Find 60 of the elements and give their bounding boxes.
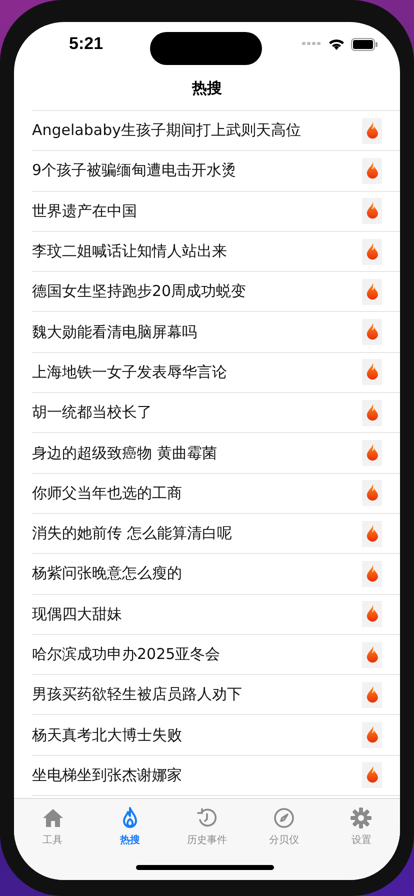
trending-item[interactable]: 9个孩子被骗缅甸遭电击开水烫 (32, 151, 400, 192)
item-title: 杨紫问张晚意怎么瘦的 (32, 564, 182, 584)
flame-icon (362, 400, 382, 426)
trending-item[interactable]: 世界遗产在中国 (32, 192, 400, 232)
trending-item[interactable]: 李玟二姐喊话让知情人站出来 (32, 232, 400, 272)
gear-icon (349, 806, 374, 830)
item-title: 坐电梯坐到张杰谢娜家 (32, 766, 182, 785)
tab[interactable]: 热搜 (91, 806, 168, 847)
item-title: 魏大勋能看清电脑屏幕吗 (32, 322, 197, 342)
flame-icon (362, 520, 382, 547)
trending-item[interactable]: 哈尔滨成功申办2025亚冬会 (32, 634, 400, 676)
trending-item[interactable]: 身边的超级致癌物 黄曲霉菌 (32, 433, 400, 474)
home-icon (40, 806, 65, 830)
signal-icon (302, 42, 322, 46)
item-title: 德国女生坚持跑步20周成功蜕变 (32, 282, 246, 302)
item-title: 身边的超级致癌物 黄曲霉菌 (32, 444, 217, 463)
flame-icon (362, 601, 382, 628)
item-title: 杨天真考北大博士失败 (32, 726, 182, 745)
item-title: 男孩买药欲轻生被店员路人劝下 (32, 685, 242, 704)
flame-icon (362, 722, 382, 748)
flame-icon (362, 762, 382, 788)
flame-icon (362, 642, 382, 668)
item-title: Angelababy生孩子期间打上武则天高位 (32, 121, 301, 140)
item-title: 现偶四大甜妹 (32, 604, 122, 624)
trending-item[interactable]: 上海地铁一女子发表辱华言论 (32, 352, 400, 394)
item-title: 哈尔滨成功申办2025亚冬会 (32, 645, 220, 664)
flame-icon (362, 319, 382, 346)
flame-icon (362, 560, 382, 587)
trending-item[interactable]: 消失的她前传 怎么能算清白呢 (32, 514, 400, 554)
trending-item[interactable]: 杨紫问张晚意怎么瘦的 (32, 554, 400, 595)
trending-item[interactable]: 你师父当年也选的工商 (32, 474, 400, 514)
page-title: 热搜 (192, 78, 222, 98)
flame-icon (362, 158, 382, 184)
trending-item[interactable]: 男孩买药欲轻生被店员路人劝下 (32, 675, 400, 716)
item-title: 世界遗产在中国 (32, 202, 137, 221)
status-time: 5:21 (69, 34, 104, 54)
item-title: 胡一统都当校长了 (32, 403, 152, 422)
item-title: 李玟二姐喊话让知情人站出来 (32, 242, 227, 262)
gauge-icon (272, 806, 296, 830)
flame-icon (362, 440, 382, 466)
flame-icon (362, 359, 382, 386)
flame-icon (362, 118, 382, 144)
item-title: 你师父当年也选的工商 (32, 484, 182, 503)
trending-item[interactable]: 胡一统都当校长了 (32, 393, 400, 434)
battery-icon (351, 38, 378, 50)
item-title: 9个孩子被骗缅甸遭电击开水烫 (32, 161, 237, 180)
item-title: 消失的她前传 怎么能算清白呢 (32, 524, 232, 544)
flame-icon (362, 198, 382, 224)
trending-item[interactable]: 坐电梯坐到张杰谢娜家 (32, 756, 400, 796)
flame-icon (362, 480, 382, 506)
wifi-icon (328, 38, 345, 50)
flame-icon (362, 682, 382, 708)
trending-item[interactable]: 魏大勋能看清电脑屏幕吗 (32, 312, 400, 353)
trending-item[interactable]: 德国女生坚持跑步20周成功蜕变 (32, 272, 400, 312)
trending-item[interactable]: Angelababy生孩子期间打上武则天高位 (32, 111, 400, 152)
flame-icon (362, 278, 382, 305)
trending-item[interactable]: 杨天真考北大博士失败 (32, 715, 400, 756)
flame-icon (362, 238, 382, 265)
item-title: 上海地铁一女子发表辱华言论 (32, 362, 227, 382)
trending-item[interactable]: 现偶四大甜妹 (32, 594, 400, 635)
